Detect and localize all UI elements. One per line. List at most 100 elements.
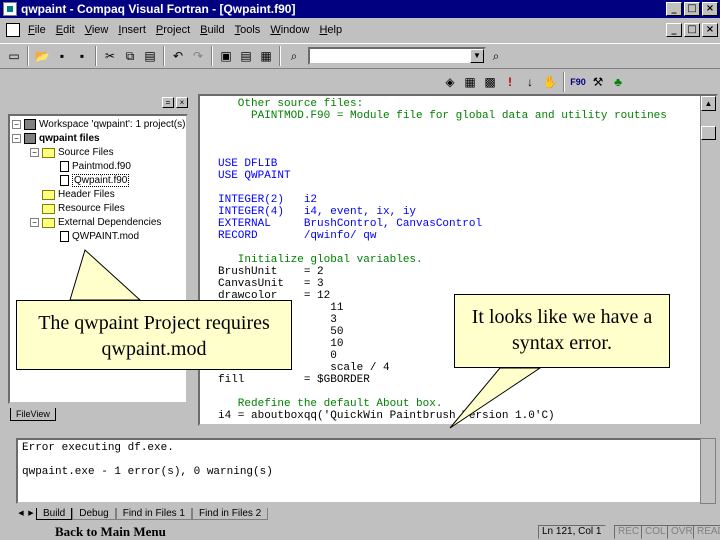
collapse-icon[interactable]: − [30,218,39,227]
file-icon [60,161,69,172]
doc-close-button[interactable]: × [702,23,718,37]
tools-icon[interactable]: ⚒ [588,72,608,92]
find-icon[interactable]: ⌕ [486,46,506,66]
execute-icon[interactable]: ! [500,72,520,92]
code-line[interactable]: USE DFLIB [218,158,708,170]
code-line[interactable]: PAINTMOD.F90 = Module file for global da… [218,110,708,122]
undo-icon[interactable]: ↶ [168,46,188,66]
code-line[interactable] [218,146,708,158]
compile-icon[interactable]: ◈ [440,72,460,92]
code-line[interactable]: CanvasUnit = 3 [218,278,708,290]
find-in-files-icon[interactable]: ⌕ [284,46,304,66]
code-line[interactable]: USE QWPAINT [218,170,708,182]
menu-bar: File Edit View Insert Project Build Tool… [0,19,720,41]
close-button[interactable]: × [702,2,718,16]
code-line[interactable]: fill = $GBORDER [218,374,708,386]
breakpoint-icon[interactable]: ✋ [540,72,560,92]
output-line[interactable]: qwpaint.exe - 1 error(s), 0 warning(s) [22,466,696,478]
tree-node-workspace[interactable]: − Workspace 'qwpaint': 1 project(s) [12,118,185,131]
tree-node-qwpaint[interactable]: Qwpaint.f90 [60,174,130,187]
menu-file[interactable]: File [23,24,51,36]
ide-window: qwpaint - Compaq Visual Fortran - [Qwpai… [0,0,720,540]
workspace-icon[interactable]: ▣ [216,46,236,66]
collapse-icon[interactable]: − [12,134,21,143]
save-icon[interactable]: ▪ [52,46,72,66]
tab-find-in-files-1[interactable]: Find in Files 1 [115,508,192,520]
menu-insert[interactable]: Insert [113,24,151,36]
menu-window[interactable]: Window [265,24,314,36]
code-line[interactable]: Initialize global variables. [218,254,708,266]
source-code[interactable]: Other source files: PAINTMOD.F90 = Modul… [218,98,708,422]
go-icon[interactable]: ↓ [520,72,540,92]
tab-build[interactable]: Build [36,508,73,520]
code-line[interactable]: INTEGER(2) i2 [218,194,708,206]
code-line[interactable]: INTEGER(4) i4, event, ix, iy [218,206,708,218]
code-line[interactable]: RECORD /qwinfo/ qw [218,230,708,242]
new-file-icon[interactable]: ▭ [4,46,24,66]
code-line[interactable] [218,242,708,254]
tree-icon[interactable]: ♣ [608,72,628,92]
tab-debug[interactable]: Debug [72,508,116,520]
back-to-main-menu-link[interactable]: Back to Main Menu [55,524,166,540]
window-list-icon[interactable]: ▦ [256,46,276,66]
tab-find-in-files-2[interactable]: Find in Files 2 [191,508,269,520]
collapse-icon[interactable]: − [12,120,21,129]
tree-node-resource-files[interactable]: Resource Files [30,202,125,215]
code-line[interactable] [218,182,708,194]
output-line[interactable] [22,454,696,466]
collapse-icon[interactable]: − [30,148,39,157]
code-line[interactable]: Other source files: [218,98,708,110]
stop-build-icon[interactable]: ▩ [480,72,500,92]
callout-left: The qwpaint Project requires qwpaint.mod [16,300,292,370]
minimize-button[interactable]: _ [666,2,682,16]
save-all-icon[interactable]: ▪ [72,46,92,66]
code-line[interactable]: BrushUnit = 2 [218,266,708,278]
menu-view[interactable]: View [80,24,114,36]
fortran-icon[interactable]: F90 [568,72,588,92]
code-line[interactable] [218,122,708,134]
tree-node-qwpaint-mod[interactable]: QWPAINT.mod [60,230,139,243]
build-output[interactable]: Error executing df.exe. qwpaint.exe - 1 … [16,438,702,504]
code-line[interactable]: EXTERNAL BrushControl, CanvasControl [218,218,708,230]
tree-node-paintmod[interactable]: Paintmod.f90 [60,160,131,173]
menu-project[interactable]: Project [151,24,195,36]
redo-icon[interactable]: ↷ [188,46,208,66]
chevron-down-icon[interactable]: ▼ [470,49,484,63]
code-line[interactable] [218,134,708,146]
menu-build[interactable]: Build [195,24,229,36]
tree-node-project[interactable]: − qwpaint files [12,132,100,145]
copy-icon[interactable]: ⧉ [120,46,140,66]
menu-edit[interactable]: Edit [51,24,80,36]
dock-icon[interactable]: = [162,97,174,108]
find-combo[interactable]: ▼ [308,47,486,65]
tab-fileview[interactable]: FileView [10,408,56,421]
code-line[interactable] [218,386,708,398]
code-line[interactable]: i4 = aboutboxqq('QuickWin Paintbrush Ver… [218,410,708,422]
tree-node-header-files[interactable]: Header Files [30,188,115,201]
output-window-icon[interactable]: ▤ [236,46,256,66]
cut-icon[interactable]: ✂ [100,46,120,66]
tree-node-source-files[interactable]: − Source Files [30,146,114,159]
open-folder-icon[interactable]: 📂 [32,46,52,66]
tab-scroll-right-icon[interactable]: ▶ [26,509,36,519]
tab-scroll-left-icon[interactable]: ◀ [16,509,26,519]
scroll-thumb[interactable] [701,126,716,140]
panel-close-icon[interactable]: × [176,97,188,108]
doc-minimize-button[interactable]: _ [666,23,682,37]
maximize-button[interactable]: □ [684,2,700,16]
tree-label: Resource Files [58,203,125,214]
editor-vertical-scrollbar[interactable]: ▲ [700,96,716,424]
doc-restore-button[interactable]: □ [684,23,700,37]
document-icon[interactable] [6,23,20,37]
paste-icon[interactable]: ▤ [140,46,160,66]
workspace-panel: = × − Workspace 'qwpaint': 1 project(s) … [2,96,190,426]
tree-node-external-deps[interactable]: − External Dependencies [30,216,161,229]
menu-help[interactable]: Help [314,24,347,36]
output-line[interactable]: Error executing df.exe. [22,442,696,454]
scroll-up-icon[interactable]: ▲ [701,96,716,111]
build-icon[interactable]: ▦ [460,72,480,92]
output-vertical-scrollbar[interactable] [700,438,716,504]
code-line[interactable]: Redefine the default About box. [218,398,708,410]
menu-tools[interactable]: Tools [230,24,266,36]
code-editor[interactable]: Other source files: PAINTMOD.F90 = Modul… [198,94,718,426]
